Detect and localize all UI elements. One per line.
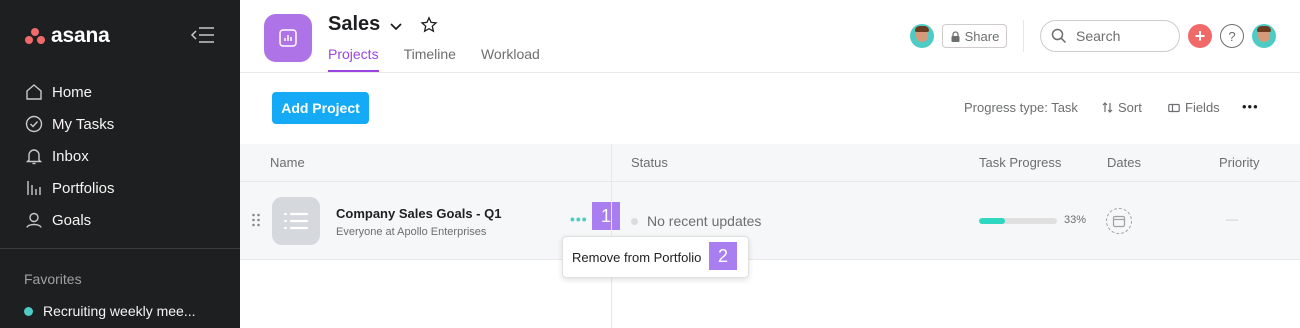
sort-label: Sort — [1118, 100, 1142, 115]
fields-button[interactable]: Fields — [1168, 100, 1220, 115]
share-button[interactable]: Share — [942, 24, 1007, 48]
task-progress-fill — [979, 218, 1005, 224]
sidebar-item-inbox[interactable]: Inbox — [0, 140, 240, 172]
lock-icon — [951, 30, 960, 42]
tab-projects[interactable]: Projects — [328, 46, 379, 72]
remove-from-portfolio-option[interactable]: Remove from Portfolio — [572, 250, 701, 265]
table-row[interactable]: Company Sales Goals - Q1 Everyone at Apo… — [240, 182, 1300, 260]
column-header-priority[interactable]: Priority — [1219, 155, 1259, 170]
table-header: Name Status Task Progress Dates Priority — [240, 144, 1300, 182]
view-tabs: Projects Timeline Workload — [328, 46, 565, 72]
step-marker-2: 2 — [709, 242, 737, 270]
status-text[interactable]: No recent updates — [647, 213, 761, 229]
favorite-item-label: Recruiting weekly mee... — [43, 303, 196, 319]
user-avatar[interactable] — [1252, 24, 1276, 48]
sidebar-nav: Home My Tasks Inbox Portfolios Goals — [0, 76, 240, 236]
project-name[interactable]: Company Sales Goals - Q1 — [336, 206, 501, 221]
tab-timeline[interactable]: Timeline — [404, 46, 456, 72]
sidebar-item-goals[interactable]: Goals — [0, 204, 240, 236]
sort-button[interactable]: Sort — [1102, 100, 1142, 115]
portfolio-icon — [264, 14, 312, 62]
main-content: Sales Projects Timeline Workload Share +… — [240, 0, 1300, 328]
sidebar-item-label: Goals — [52, 211, 92, 229]
sidebar-item-label: Home — [52, 83, 93, 101]
share-label: Share — [964, 28, 1000, 44]
person-icon — [24, 210, 44, 230]
search-box[interactable] — [1040, 20, 1180, 52]
column-header-dates[interactable]: Dates — [1107, 155, 1141, 170]
fields-label: Fields — [1185, 100, 1220, 115]
drag-handle-icon[interactable] — [251, 213, 261, 227]
home-icon — [24, 82, 44, 102]
status-dot — [631, 218, 638, 225]
project-list-icon — [272, 197, 320, 245]
quick-add-button[interactable]: + — [1188, 24, 1212, 48]
column-header-status[interactable]: Status — [631, 155, 668, 170]
check-circle-icon — [24, 114, 44, 134]
row-context-menu: Remove from Portfolio 2 — [562, 236, 749, 278]
sidebar-item-home[interactable]: Home — [0, 76, 240, 108]
header-separator — [1023, 20, 1024, 52]
collapse-sidebar-icon[interactable] — [190, 26, 216, 44]
tab-workload[interactable]: Workload — [481, 46, 540, 72]
page-title: Sales — [328, 13, 381, 35]
task-progress-bar — [979, 218, 1057, 224]
sidebar-item-my-tasks[interactable]: My Tasks — [0, 108, 240, 140]
help-button[interactable]: ? — [1220, 24, 1244, 48]
progress-type-label: Progress type: Task — [964, 100, 1078, 115]
bar-chart-icon — [24, 178, 44, 198]
step-marker-1: 1 — [592, 202, 620, 230]
asana-logo[interactable]: asana — [25, 24, 110, 48]
favorite-item[interactable]: Recruiting weekly mee... — [24, 303, 196, 319]
member-avatar[interactable] — [910, 24, 934, 48]
row-more-button[interactable]: ••• — [570, 211, 588, 227]
app-window: asana Home My Tasks Inbox Portfolios Goa… — [0, 0, 1300, 328]
project-owner: Everyone at Apollo Enterprises — [336, 226, 487, 238]
task-progress-percent: 33% — [1064, 214, 1087, 226]
sidebar-item-label: Portfolios — [52, 179, 115, 197]
add-project-button[interactable]: Add Project — [272, 92, 369, 124]
search-input[interactable] — [1076, 28, 1166, 44]
more-options-button[interactable]: ••• — [1242, 99, 1259, 114]
chevron-down-icon[interactable] — [388, 18, 404, 34]
star-icon[interactable] — [420, 16, 438, 34]
sidebar-divider — [0, 248, 240, 249]
favorite-color-dot — [24, 306, 33, 316]
sidebar: asana Home My Tasks Inbox Portfolios Goa… — [0, 0, 240, 328]
column-header-task-progress[interactable]: Task Progress — [979, 155, 1061, 170]
sort-icon — [1102, 102, 1113, 113]
header-divider — [240, 72, 1300, 73]
bell-icon — [24, 146, 44, 166]
calendar-icon[interactable] — [1106, 208, 1132, 234]
sidebar-item-portfolios[interactable]: Portfolios — [0, 172, 240, 204]
column-header-name[interactable]: Name — [270, 155, 305, 170]
sidebar-item-label: Inbox — [52, 147, 89, 165]
search-icon — [1051, 28, 1067, 44]
progress-type-button[interactable]: Progress type: Task — [964, 100, 1078, 115]
logo-text: asana — [51, 24, 110, 47]
favorites-heading: Favorites — [24, 271, 82, 287]
sidebar-item-label: My Tasks — [52, 115, 115, 133]
asana-logo-icon — [25, 28, 45, 44]
fields-icon — [1168, 103, 1180, 112]
priority-value[interactable]: — — [1226, 212, 1238, 226]
